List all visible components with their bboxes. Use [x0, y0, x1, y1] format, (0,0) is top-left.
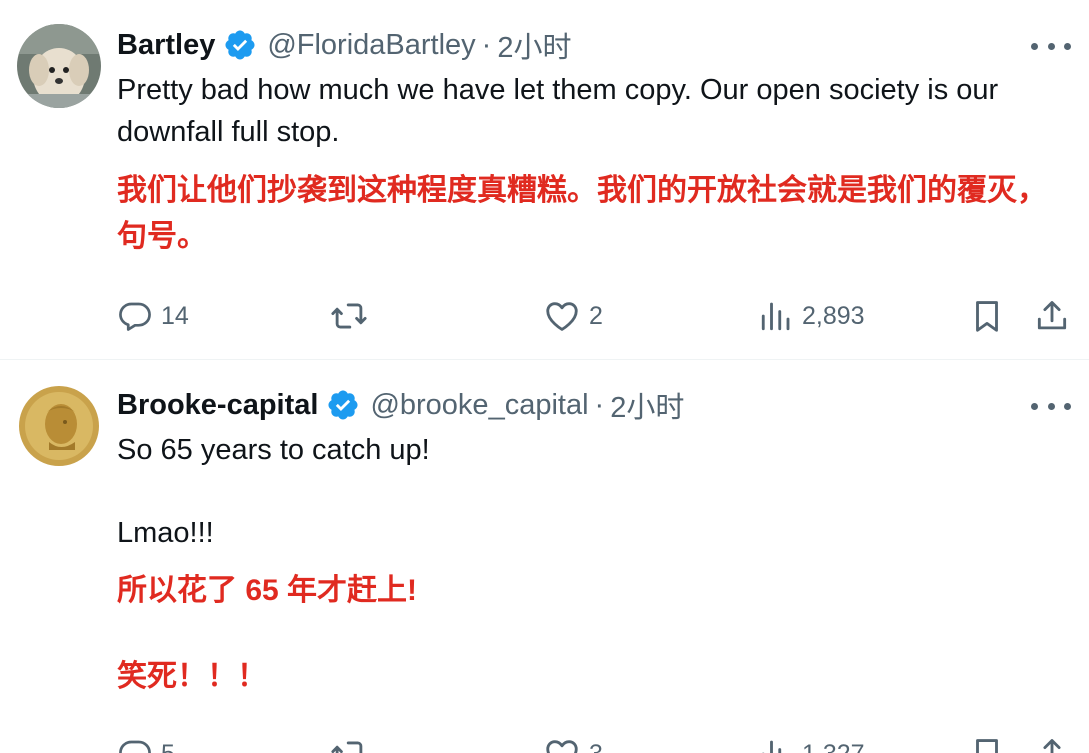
separator-dot: ·	[481, 28, 492, 61]
tweet-text: Pretty bad how much we have let them cop…	[117, 74, 999, 148]
views-button[interactable]: 2,893	[758, 296, 865, 336]
display-name[interactable]: Brooke-capital	[117, 389, 318, 422]
view-count: 1,327	[802, 740, 865, 753]
timestamp[interactable]: 2小时	[497, 24, 571, 66]
share-icon	[1037, 301, 1067, 330]
heart-icon	[546, 740, 578, 753]
repost-button[interactable]	[330, 734, 368, 753]
tweet-text-line-1: So 65 years to catch up!	[117, 434, 430, 466]
separator-dot: ·	[594, 388, 605, 421]
reply-icon	[119, 740, 151, 753]
bookmark-icon	[976, 301, 998, 332]
avatar[interactable]	[17, 384, 101, 468]
like-button[interactable]: 3	[543, 734, 603, 753]
avatar[interactable]	[17, 24, 101, 108]
like-count: 2	[589, 301, 603, 330]
reply-button[interactable]: 14	[117, 296, 189, 336]
tweet-header: Bartley @FloridaBartley · 2小时	[117, 25, 571, 65]
repost-button[interactable]	[330, 296, 368, 336]
user-handle[interactable]: @brooke_capital	[370, 389, 588, 422]
verified-badge-icon	[223, 28, 257, 62]
translation-text-line-2: 笑死！！！	[117, 660, 267, 693]
tweet-bartley[interactable]: Bartley @FloridaBartley · 2小时 Pretty bad…	[0, 0, 1089, 359]
bookmark-icon	[976, 739, 998, 753]
reply-count: 14	[161, 301, 189, 330]
like-button[interactable]: 2	[543, 296, 603, 336]
repost-icon	[331, 303, 367, 329]
tweet-header: Brooke-capital @brooke_capital · 2小时	[117, 385, 684, 425]
like-count: 3	[589, 740, 603, 753]
more-options-icon[interactable]	[1031, 36, 1071, 56]
reply-button[interactable]: 5	[117, 734, 175, 753]
display-name[interactable]: Bartley	[117, 29, 215, 62]
tweet-brooke-capital[interactable]: Brooke-capital @brooke_capital · 2小时 So …	[0, 360, 1089, 753]
reply-count: 5	[161, 740, 175, 753]
share-button[interactable]	[1033, 734, 1071, 753]
user-handle[interactable]: @FloridaBartley	[267, 29, 475, 62]
verified-badge-icon	[326, 388, 360, 422]
translation-text-line-1: 所以花了 65 年才赶上!	[117, 574, 418, 607]
repost-icon	[331, 741, 363, 753]
view-count: 2,893	[802, 301, 865, 330]
timestamp[interactable]: 2小时	[610, 384, 684, 426]
bookmark-button[interactable]	[968, 296, 1006, 336]
translation-text: 我们让他们抄袭到这种程度真糟糕。我们的开放社会就是我们的覆灭，句号。	[117, 174, 1047, 253]
timeline-feed: Bartley @FloridaBartley · 2小时 Pretty bad…	[0, 0, 1089, 753]
share-button[interactable]	[1033, 296, 1071, 336]
reply-icon	[119, 302, 151, 331]
tweet-actions: 5 3 1,327	[0, 734, 1089, 753]
views-button[interactable]: 1,327	[758, 734, 865, 753]
tweet-actions: 14 2 2,893	[0, 296, 1089, 336]
tweet-text-line-2: Lmao!!!	[117, 517, 214, 549]
analytics-icon	[762, 740, 782, 753]
analytics-icon	[761, 302, 790, 331]
heart-icon	[546, 302, 578, 331]
share-icon	[1043, 739, 1061, 753]
more-options-icon[interactable]	[1031, 396, 1071, 416]
bookmark-button[interactable]	[968, 734, 1006, 753]
